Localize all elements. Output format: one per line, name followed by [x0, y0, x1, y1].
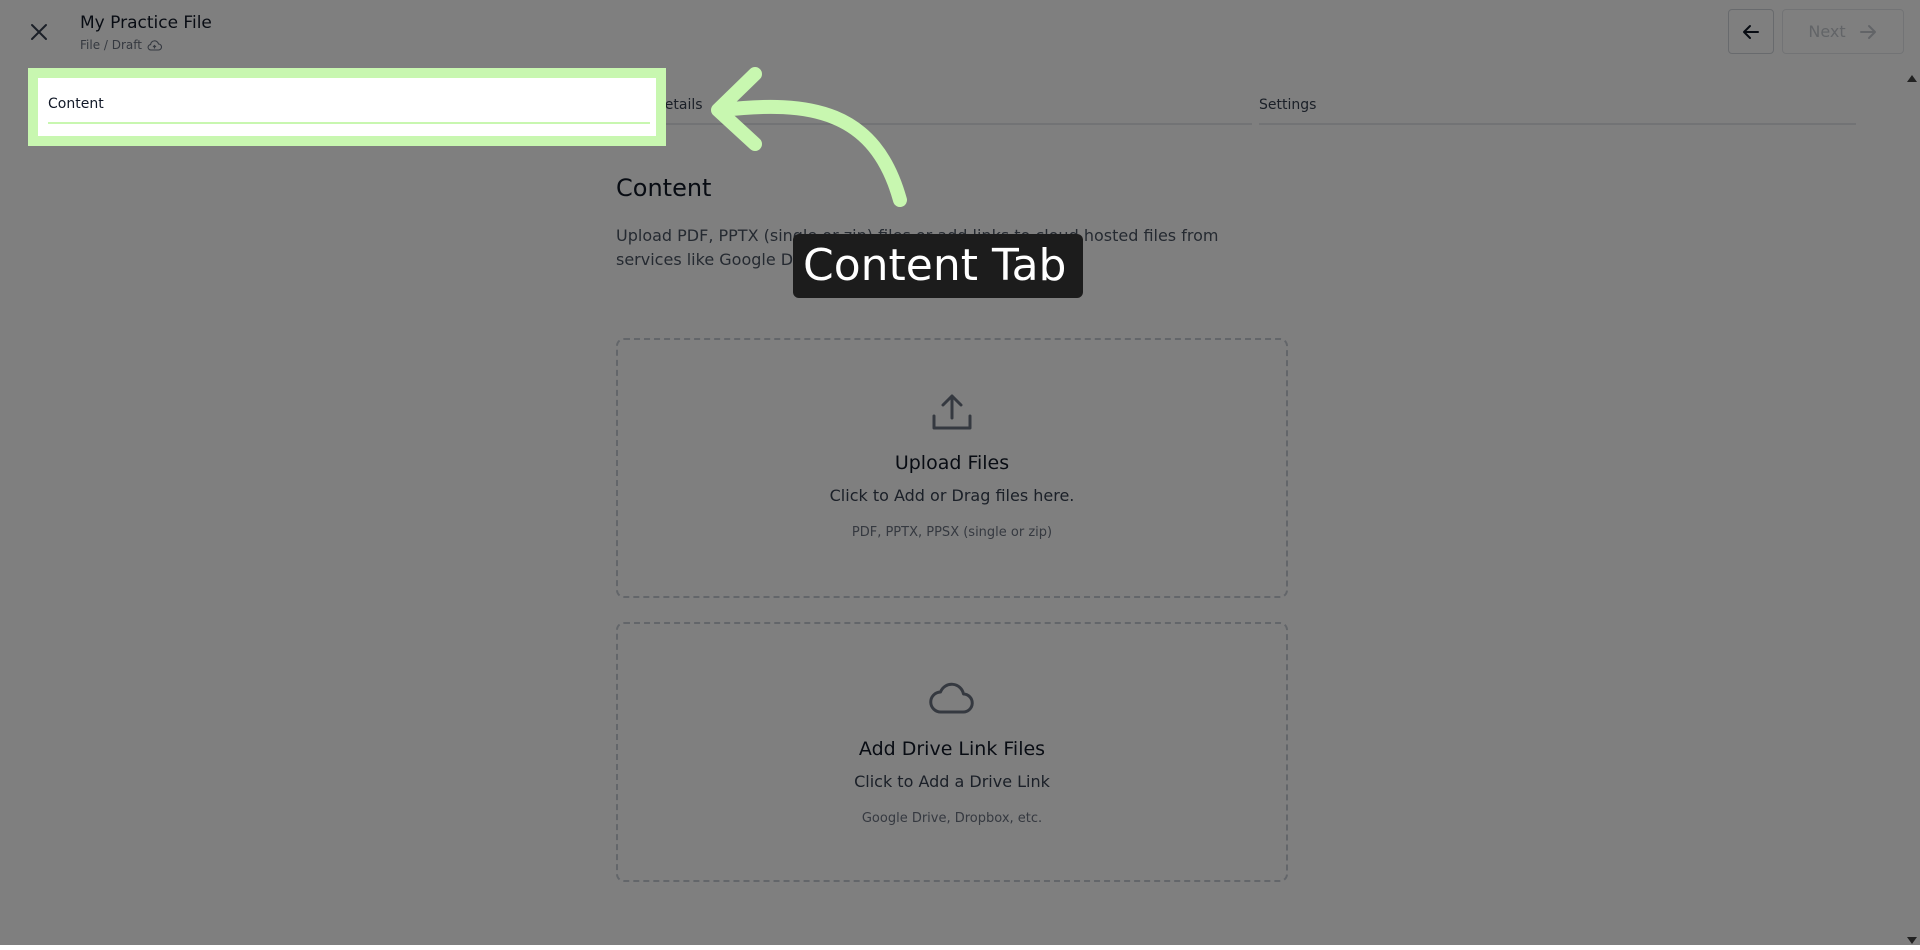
drive-link-dropzone[interactable]: Add Drive Link Files Click to Add a Driv…: [616, 622, 1288, 882]
tab-highlight-frame: Content: [28, 68, 666, 146]
upload-files-dropzone[interactable]: Upload Files Click to Add or Drag files …: [616, 338, 1288, 598]
scroll-down-arrow[interactable]: [1906, 931, 1918, 944]
upload-icon: [930, 390, 974, 434]
tab-settings-underline: [1259, 123, 1856, 125]
close-icon: [31, 24, 47, 40]
app-root: My Practice File File / Draft Next Conte…: [0, 0, 1920, 945]
highlighted-tab-label: Content: [48, 96, 104, 112]
tab-details-underline: [654, 123, 1252, 125]
tab-settings-label: Settings: [1259, 97, 1317, 113]
breadcrumb-text: File / Draft: [80, 38, 142, 52]
highlighted-tab-underline: [48, 122, 650, 124]
tab-settings[interactable]: Settings: [1259, 95, 1856, 125]
close-button[interactable]: [24, 17, 54, 47]
tab-details[interactable]: Details: [654, 95, 1252, 125]
arrow-right-icon: [1859, 24, 1876, 39]
arrow-left-icon: [1743, 24, 1759, 39]
section-title: Content: [616, 174, 712, 202]
back-button[interactable]: [1728, 9, 1774, 54]
drive-link-services: Google Drive, Dropbox, etc.: [861, 811, 1043, 826]
scroll-up-arrow[interactable]: [1906, 68, 1918, 82]
upload-files-instruction: Click to Add or Drag files here.: [829, 486, 1075, 505]
upload-files-title: Upload Files: [894, 452, 1010, 474]
highlighted-tab-content[interactable]: Content: [48, 96, 650, 124]
next-button-label: Next: [1808, 22, 1846, 41]
breadcrumb: File / Draft: [80, 38, 212, 52]
drive-link-title: Add Drive Link Files: [858, 738, 1046, 760]
document-header: My Practice File File / Draft: [80, 12, 212, 52]
next-button[interactable]: Next: [1782, 9, 1904, 54]
drive-link-instruction: Click to Add a Drive Link: [854, 772, 1050, 791]
document-title-input[interactable]: My Practice File: [80, 12, 212, 34]
tab-details-label: Details: [654, 97, 703, 113]
triangle-up-icon: [1907, 75, 1917, 82]
tutorial-callout: Content Tab: [793, 234, 1083, 298]
cloud-icon: [928, 676, 976, 720]
upload-files-formats: PDF, PPTX, PPSX (single or zip): [851, 525, 1053, 540]
cloud-save-icon: [147, 39, 162, 51]
